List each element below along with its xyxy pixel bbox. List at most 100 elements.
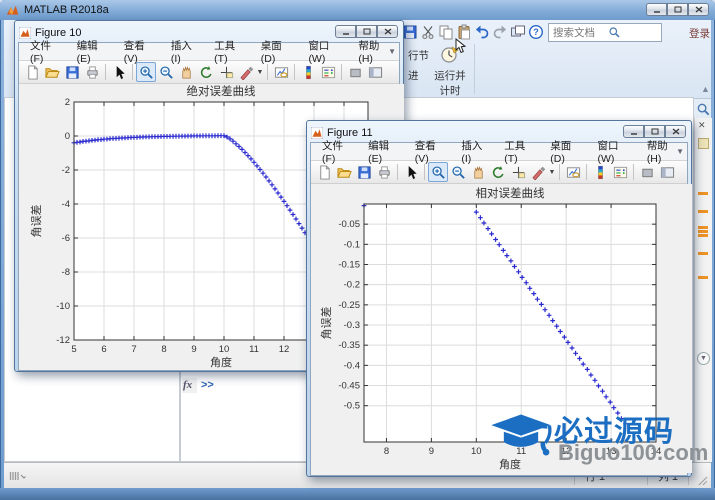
menu-overflow-icon[interactable]: ▼ (676, 147, 684, 156)
fig11-close-button[interactable] (665, 125, 686, 138)
menu-item-3[interactable]: 插入(I) (454, 138, 497, 165)
svg-text:-0.45: -0.45 (338, 381, 360, 392)
warning-mark-icon[interactable] (698, 230, 708, 233)
watermark: 必过源码 Biguo100.com (488, 398, 714, 476)
print-icon[interactable] (374, 162, 394, 182)
sign-in-link[interactable]: 登录 (689, 26, 710, 41)
open-folder-icon[interactable] (42, 62, 62, 82)
pan-hand-icon[interactable] (176, 62, 196, 82)
ribbon-partial-advance[interactable]: 进 (408, 68, 419, 83)
toolbar-separator (294, 64, 295, 80)
insert-legend-icon[interactable] (610, 162, 630, 182)
toolbar-separator (586, 164, 587, 180)
zoom-out-icon[interactable] (156, 62, 176, 82)
fig10-maximize-button[interactable] (356, 25, 377, 38)
insert-colorbar-icon[interactable] (298, 62, 318, 82)
menu-item-1[interactable]: 编辑(E) (361, 138, 408, 165)
resize-grip[interactable] (697, 475, 709, 487)
warning-mark-icon[interactable] (698, 226, 708, 229)
statusbar-grip-icon[interactable] (9, 471, 27, 484)
menu-item-0[interactable]: 文件(F) (315, 138, 361, 165)
fig11-maximize-button[interactable] (644, 125, 665, 138)
data-cursor-icon[interactable] (508, 162, 528, 182)
next-message-icon[interactable]: ▼ (697, 352, 710, 365)
svg-text:-0.2: -0.2 (344, 280, 360, 291)
menu-item-6[interactable]: 窗口(W) (301, 38, 351, 65)
warning-mark-icon[interactable] (698, 252, 708, 255)
svg-text:0: 0 (65, 131, 70, 142)
doc-search-box[interactable]: 搜索文档 (548, 23, 662, 42)
menu-item-3[interactable]: 插入(I) (164, 38, 207, 65)
menu-item-1[interactable]: 编辑(E) (70, 38, 117, 65)
search-icon[interactable] (608, 26, 659, 39)
help-icon[interactable]: ? (528, 24, 544, 40)
fig10-minimize-button[interactable] (335, 25, 356, 38)
pan-hand-icon[interactable] (468, 162, 488, 182)
cut-icon[interactable] (420, 24, 436, 40)
brush-data-icon[interactable] (236, 62, 256, 82)
copy-icon[interactable] (438, 24, 454, 40)
show-plot-tools-icon[interactable] (657, 162, 677, 182)
command-prompt[interactable]: >> (201, 379, 214, 391)
graduation-cap-icon (488, 404, 554, 473)
menu-item-4[interactable]: 工具(T) (497, 138, 543, 165)
warning-mark-icon[interactable] (698, 192, 708, 195)
brush-dropdown-icon[interactable]: ▼ (256, 69, 264, 76)
zoom-in-icon[interactable] (136, 62, 156, 82)
new-file-icon[interactable] (314, 162, 334, 182)
menu-item-0[interactable]: 文件(F) (23, 38, 70, 65)
menu-item-5[interactable]: 桌面(D) (543, 138, 590, 165)
rotate-3d-icon[interactable] (488, 162, 508, 182)
svg-text:8: 8 (161, 344, 166, 355)
new-file-icon[interactable] (22, 62, 42, 82)
brush-dropdown-icon[interactable]: ▼ (548, 169, 556, 176)
svg-text:相对误差曲线: 相对误差曲线 (476, 186, 545, 200)
brush-data-icon[interactable] (528, 162, 548, 182)
ribbon-collapse-icon[interactable]: ▲ (701, 84, 710, 94)
zoom-in-icon[interactable] (428, 162, 448, 182)
main-minimize-button[interactable] (646, 3, 667, 16)
hide-plot-tools-icon[interactable] (345, 62, 365, 82)
edit-plot-pointer-icon[interactable] (401, 162, 421, 182)
save-icon[interactable] (402, 24, 418, 40)
close-icon[interactable]: ✕ (698, 120, 706, 131)
insert-legend-icon[interactable] (318, 62, 338, 82)
rotate-3d-icon[interactable] (196, 62, 216, 82)
menu-item-5[interactable]: 桌面(D) (254, 38, 302, 65)
fig11-minimize-button[interactable] (623, 125, 644, 138)
warning-mark-icon[interactable] (698, 234, 708, 237)
show-plot-tools-icon[interactable] (365, 62, 385, 82)
insert-colorbar-icon[interactable] (590, 162, 610, 182)
warning-mark-icon[interactable] (698, 210, 708, 213)
link-plots-icon[interactable] (563, 162, 583, 182)
data-cursor-icon[interactable] (216, 62, 236, 82)
save-icon[interactable] (354, 162, 374, 182)
undo-icon[interactable] (474, 24, 490, 40)
menu-item-2[interactable]: 查看(V) (117, 38, 164, 65)
main-titlebar[interactable]: MATLAB R2018a (0, 0, 715, 20)
switch-windows-icon[interactable] (510, 24, 526, 40)
warning-mark-icon[interactable] (698, 276, 708, 279)
link-plots-icon[interactable] (271, 62, 291, 82)
fig10-close-button[interactable] (377, 25, 398, 38)
svg-text:-6: -6 (62, 233, 70, 244)
combo-search-icon[interactable] (696, 102, 711, 117)
svg-text:-0.25: -0.25 (338, 300, 360, 311)
menu-item-4[interactable]: 工具(T) (207, 38, 254, 65)
hide-plot-tools-icon[interactable] (637, 162, 657, 182)
zoom-out-icon[interactable] (448, 162, 468, 182)
editor-message-indicator[interactable] (698, 138, 709, 149)
menu-item-6[interactable]: 窗口(W) (590, 138, 639, 165)
svg-text:9: 9 (191, 344, 196, 355)
ribbon-partial-run-section[interactable]: 行节 (408, 48, 429, 63)
menu-item-2[interactable]: 查看(V) (408, 138, 455, 165)
edit-plot-pointer-icon[interactable] (109, 62, 129, 82)
main-maximize-button[interactable] (667, 3, 688, 16)
menu-overflow-icon[interactable]: ▼ (388, 47, 396, 56)
print-icon[interactable] (82, 62, 102, 82)
main-close-button[interactable] (688, 3, 709, 16)
toolbar-separator (132, 64, 133, 80)
open-folder-icon[interactable] (334, 162, 354, 182)
redo-icon[interactable] (492, 24, 508, 40)
save-icon[interactable] (62, 62, 82, 82)
